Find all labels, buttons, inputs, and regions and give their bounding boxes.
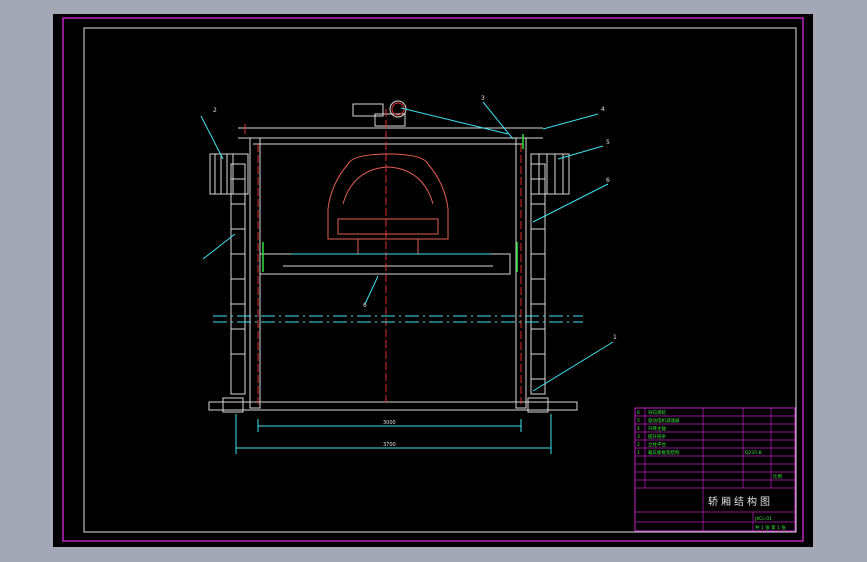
- title-block: 6 导向滑轮 5 驱动电机减速器 4 升降主轴 3 提升链条 2 立柱平台 1 …: [634, 407, 796, 532]
- sheet-label: 共 1 张 第 1 张: [755, 524, 786, 531]
- callout-2: 2: [213, 107, 217, 114]
- callout-1: 1: [613, 334, 617, 341]
- bom-no-4: 4: [637, 426, 640, 432]
- bom-name-1: 载车板框架结构: [648, 449, 680, 456]
- bom-name-4: 升降主轴: [648, 425, 666, 432]
- cad-drawing: 1 2 3 4 5 6 6 3000 3700 6 导向滑轮 5 驱动电机减速器: [62, 17, 804, 542]
- cad-viewport: 1 2 3 4 5 6 6 3000 3700 6 导向滑轮 5 驱动电机减速器: [53, 14, 813, 547]
- callout-5: 5: [606, 139, 610, 146]
- lift-frame: [208, 100, 578, 413]
- bom-name-3: 提升链条: [648, 433, 666, 440]
- car-outline: [327, 153, 449, 254]
- outer-frame: [62, 17, 804, 542]
- drawing-number: JXCL-01: [754, 516, 772, 522]
- callout-labels: 1 2 3 4 5 6 6: [213, 95, 617, 341]
- spec-mark: Q235-B: [745, 450, 762, 456]
- bom-no-6: 6: [637, 410, 640, 416]
- bom-no-2: 2: [637, 442, 640, 448]
- scale-label: 比例: [773, 473, 782, 480]
- guide-rollers: [262, 134, 524, 272]
- callout-6-upper: 6: [606, 177, 610, 184]
- drawing-title: 轿厢结构图: [708, 495, 773, 508]
- bom-name-5: 驱动电机减速器: [648, 417, 680, 424]
- inner-frame: [83, 27, 797, 533]
- bom-name-6: 导向滑轮: [648, 409, 666, 416]
- callout-4: 4: [601, 106, 605, 113]
- bom-no-1: 1: [637, 450, 640, 456]
- callout-6-lower: 6: [363, 302, 367, 309]
- bom-no-3: 3: [637, 434, 640, 440]
- bom-no-5: 5: [637, 418, 640, 424]
- dimension-inner: 3000: [383, 420, 396, 426]
- dimension-outer: 3700: [383, 442, 396, 448]
- bom-name-2: 立柱平台: [648, 441, 666, 448]
- callout-3: 3: [481, 95, 485, 102]
